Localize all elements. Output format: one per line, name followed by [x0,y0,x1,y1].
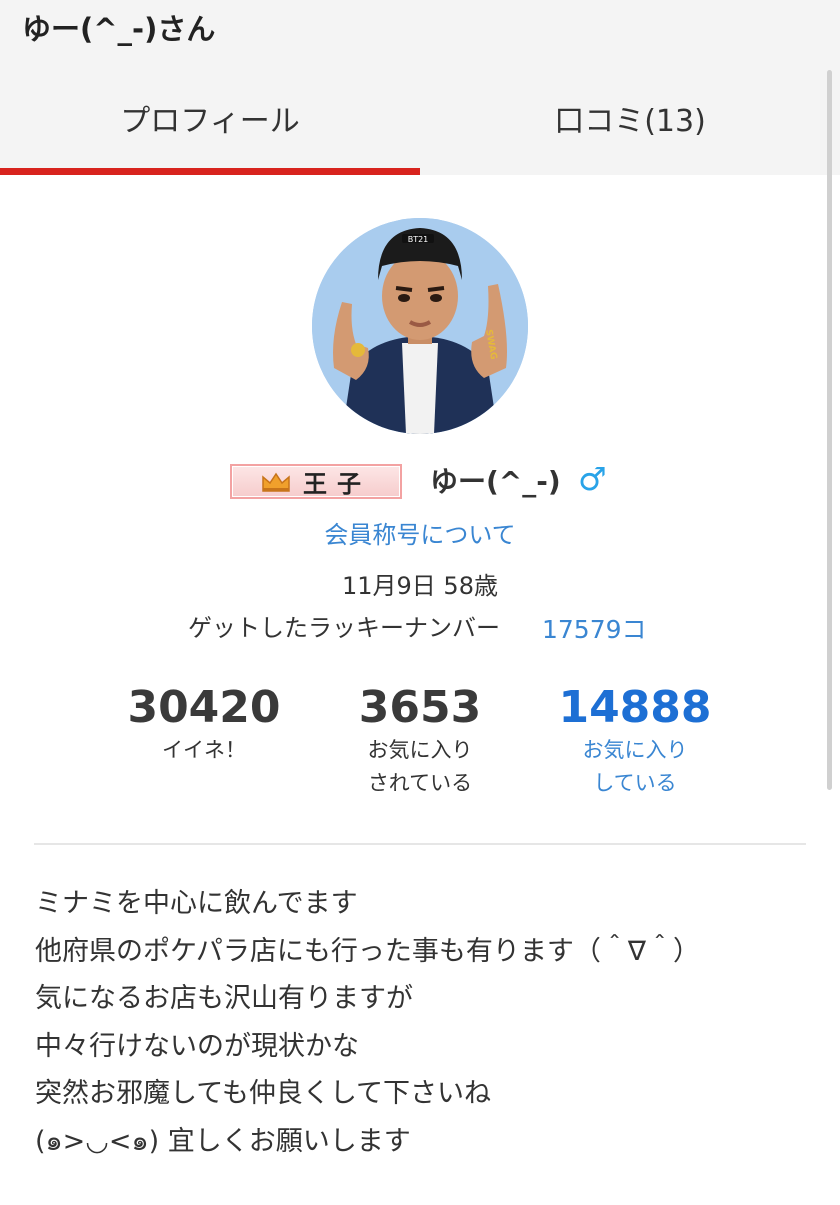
bio-line: 気になるお店も沢山有りますが [35,983,413,1014]
bio-text: ミナミを中心に飲んでます 他府県のポケパラ店にも行った事も有ります（＾∇＾） 気… [35,880,825,1165]
active-tab-indicator [0,168,420,175]
tab-reviews-label: 口コミ(13) [554,103,706,139]
tab-reviews[interactable]: 口コミ(13) [420,60,840,175]
birthday-age: 11月9日 58歳 [342,572,498,600]
male-gender-icon: ♂ [578,460,607,498]
avatar: BT21 SWAG [312,218,528,434]
crown-icon [262,472,290,492]
bio-line: 中々行けないのが現状かな [35,1030,359,1062]
likes-label: イイネ！ [162,738,246,762]
stat-favorited-by: 3653 お気に入り されている [320,682,520,800]
stat-favoriting[interactable]: 14888 お気に入り している [535,682,735,800]
page-title: ゆー(^_-)さん [22,12,216,46]
member-title-link[interactable]: 会員称号について [0,515,840,550]
rank-label: 王子 [303,469,371,498]
favoriting-count: 14888 [558,682,712,733]
avatar-cap-text: BT21 [408,235,429,244]
bio-line: 突然お邪魔しても仲良くして下さいね [35,1078,492,1109]
stat-likes: 30420 イイネ！ [104,682,304,767]
favoriting-label-line1: お気に入り [582,738,688,762]
favorited-by-count: 3653 [358,682,482,733]
bio-line: ミナミを中心に飲んでます [35,888,358,919]
lucky-number-label: ゲットしたラッキーナンバー [188,614,500,642]
lucky-number-value[interactable]: 17579コ [542,610,647,646]
tab-profile-label: プロフィール [120,103,300,139]
rank-badge: 王子 [230,464,402,499]
user-name: ゆー(^_-) [430,465,561,498]
divider [34,843,806,845]
favorited-by-label-line2: されている [367,771,473,795]
bio-line: (๑>◡<๑) 宜しくお願いします [35,1125,411,1157]
bio-line: 他府県のポケパラ店にも行った事も有ります（＾∇＾） [35,935,700,967]
scrollbar[interactable] [827,70,832,790]
avatar-image: BT21 SWAG [312,218,528,434]
tab-profile[interactable]: プロフィール [0,60,420,175]
favoriting-label-line2: している [593,771,677,795]
favorited-by-label-line1: お気に入り [367,738,473,762]
likes-count: 30420 [127,682,281,733]
